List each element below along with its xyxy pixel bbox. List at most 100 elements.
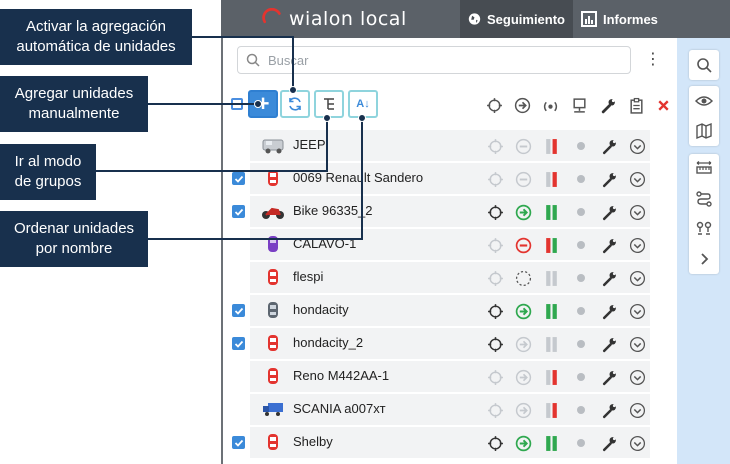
locator-icon[interactable] xyxy=(485,367,505,387)
signal-bars-icon xyxy=(541,202,561,222)
sidebar-search-card xyxy=(689,50,719,80)
wrench-icon[interactable] xyxy=(599,202,619,222)
tab-seguimiento[interactable]: Seguimiento xyxy=(460,0,573,38)
unit-name: JEEP xyxy=(293,137,326,152)
close-icon[interactable] xyxy=(652,94,674,116)
unit-row[interactable]: SCANIA a007хт xyxy=(223,394,677,425)
unit-menu-icon[interactable] xyxy=(627,367,647,387)
status-dot xyxy=(571,235,591,255)
locator-icon[interactable] xyxy=(483,94,505,116)
status-dot xyxy=(571,136,591,156)
chevron-right-icon[interactable] xyxy=(689,244,719,274)
wrench-icon[interactable] xyxy=(599,268,619,288)
status-dot xyxy=(571,202,591,222)
logo-mark-icon xyxy=(262,8,281,24)
connector-line xyxy=(96,170,328,172)
signal-icon[interactable] xyxy=(539,94,561,116)
unit-name: Reno M442AA-1 xyxy=(293,368,390,383)
unit-checkbox[interactable] xyxy=(232,205,245,218)
unit-row[interactable]: flespi xyxy=(223,262,677,293)
connector-pin xyxy=(289,86,297,94)
auto-add-units-button[interactable] xyxy=(280,90,310,118)
purple-car-icon xyxy=(260,233,286,255)
signal-bars-icon xyxy=(541,400,561,420)
wrench-icon[interactable] xyxy=(599,400,619,420)
wrench-icon[interactable] xyxy=(599,334,619,354)
unit-row[interactable]: CALAVO-1 xyxy=(223,229,677,260)
locator-icon[interactable] xyxy=(485,334,505,354)
connector-pin xyxy=(254,100,262,108)
unit-menu-icon[interactable] xyxy=(627,169,647,189)
unit-menu-icon[interactable] xyxy=(627,400,647,420)
red-car-icon xyxy=(260,365,286,387)
unit-checkbox[interactable] xyxy=(232,172,245,185)
logo: wialon local xyxy=(261,6,407,32)
unit-row[interactable]: Reno M442AA-1 xyxy=(223,361,677,392)
connector-line xyxy=(148,103,258,105)
wrench-icon[interactable] xyxy=(599,235,619,255)
unit-checkbox[interactable] xyxy=(232,337,245,350)
locator-icon[interactable] xyxy=(485,268,505,288)
clipboard-icon[interactable] xyxy=(625,94,647,116)
wrench-icon[interactable] xyxy=(599,136,619,156)
unit-menu-icon[interactable] xyxy=(627,235,647,255)
search-icon[interactable] xyxy=(689,50,719,80)
ruler-icon[interactable] xyxy=(689,154,719,184)
monitor-icon[interactable] xyxy=(568,94,590,116)
red-car-icon xyxy=(260,431,286,453)
motion-state-icon xyxy=(513,367,533,387)
motion-state-icon xyxy=(513,169,533,189)
unit-row[interactable]: hondacity_2 xyxy=(223,328,677,359)
locator-icon[interactable] xyxy=(485,136,505,156)
status-dot xyxy=(571,400,591,420)
callout-sort-name: Ordenar unidades por nombre xyxy=(0,211,148,267)
locator-icon[interactable] xyxy=(485,169,505,189)
red-car-icon xyxy=(260,266,286,288)
unit-menu-icon[interactable] xyxy=(627,136,647,156)
wrench-icon[interactable] xyxy=(599,433,619,453)
wrench-icon[interactable] xyxy=(597,94,619,116)
unit-row[interactable]: hondacity xyxy=(223,295,677,326)
motion-state-icon xyxy=(513,301,533,321)
callout-groups-mode: Ir al modo de grupos xyxy=(0,144,96,200)
search-box[interactable] xyxy=(237,46,631,74)
right-sidebar xyxy=(677,38,730,464)
tab-informes[interactable]: Informes xyxy=(573,0,673,38)
callout-text: Ir al modo de grupos xyxy=(14,153,82,190)
unit-name: flespi xyxy=(293,269,324,284)
locator-icon[interactable] xyxy=(485,202,505,222)
motion-state-icon xyxy=(513,334,533,354)
locator-icon[interactable] xyxy=(485,301,505,321)
connector-line xyxy=(361,118,363,240)
more-options-icon[interactable]: ⋮ xyxy=(643,50,663,70)
connector-line xyxy=(192,36,293,38)
unit-menu-icon[interactable] xyxy=(627,433,647,453)
nodes-icon[interactable] xyxy=(689,214,719,244)
locator-icon[interactable] xyxy=(485,433,505,453)
connector-line xyxy=(326,118,328,172)
route-icon[interactable] xyxy=(689,184,719,214)
unit-row[interactable]: Bike 96335_2 xyxy=(223,196,677,227)
unit-menu-icon[interactable] xyxy=(627,334,647,354)
callout-manual-add: Agregar unidades manualmente xyxy=(0,76,148,132)
wrench-icon[interactable] xyxy=(599,169,619,189)
unit-menu-icon[interactable] xyxy=(627,202,647,222)
search-input[interactable] xyxy=(268,52,608,68)
wrench-icon[interactable] xyxy=(599,367,619,387)
unit-checkbox[interactable] xyxy=(232,304,245,317)
unit-menu-icon[interactable] xyxy=(627,268,647,288)
unit-row[interactable]: JEEP xyxy=(223,130,677,161)
sidebar-tools-card xyxy=(689,154,719,274)
locator-icon[interactable] xyxy=(485,235,505,255)
unit-row[interactable]: 0069 Renault Sandero xyxy=(223,163,677,194)
unit-row[interactable]: Shelby xyxy=(223,427,677,458)
status-dot xyxy=(571,169,591,189)
arrow-right-circle-icon[interactable] xyxy=(511,94,533,116)
wrench-icon[interactable] xyxy=(599,301,619,321)
unit-menu-icon[interactable] xyxy=(627,301,647,321)
motion-state-icon xyxy=(513,433,533,453)
locator-icon[interactable] xyxy=(485,400,505,420)
eye-icon[interactable] xyxy=(689,86,719,116)
unit-checkbox[interactable] xyxy=(232,436,245,449)
map-icon[interactable] xyxy=(689,116,719,146)
